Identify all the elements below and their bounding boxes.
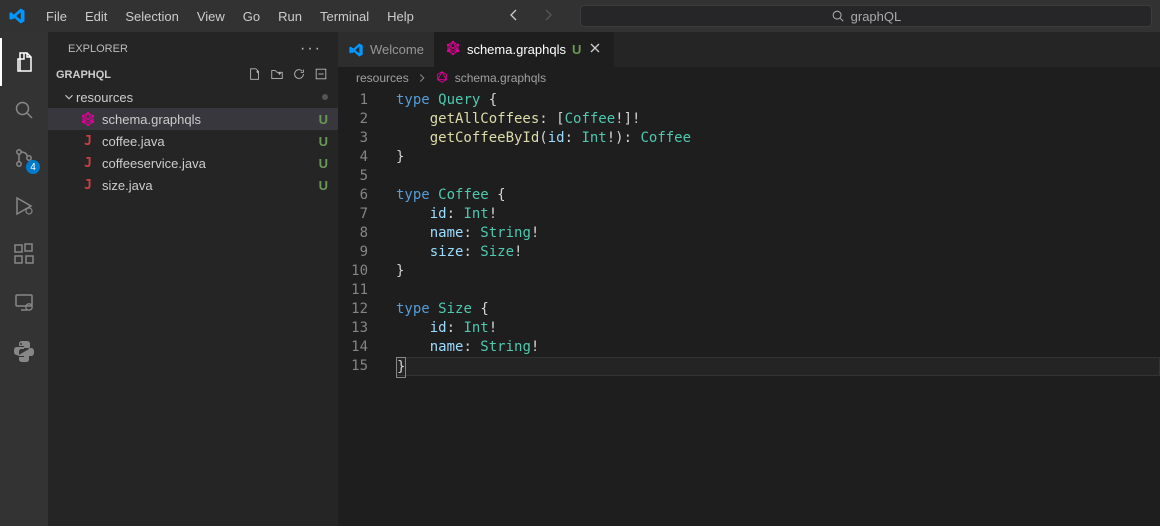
line-number-gutter: 123456789101112131415 <box>338 91 388 526</box>
chevron-right-icon <box>415 71 429 85</box>
tab-git-status: U <box>572 42 581 57</box>
chevron-down-icon <box>62 90 76 104</box>
tab-bar: Welcome schema.graphqls U <box>338 32 1160 67</box>
vscode-icon <box>348 42 364 58</box>
graphql-file-icon <box>80 111 96 127</box>
git-status: U <box>319 178 328 193</box>
project-root[interactable]: GRAPHQL <box>48 64 338 86</box>
tree-file-coffeeservice[interactable]: J coffeeservice.java U <box>48 152 338 174</box>
git-status: U <box>319 156 328 171</box>
code-editor[interactable]: 123456789101112131415 type Query { getAl… <box>338 89 1160 526</box>
java-file-icon: J <box>80 177 96 193</box>
activity-bar: 4 <box>0 32 48 526</box>
main-menu: File Edit Selection View Go Run Terminal… <box>38 5 422 28</box>
menu-run[interactable]: Run <box>270 5 310 28</box>
activity-remote[interactable] <box>0 278 48 326</box>
graphql-file-icon <box>445 40 461 59</box>
file-tree: resources schema.graphqls U J coffee.jav… <box>48 86 338 196</box>
breadcrumb[interactable]: resources schema.graphqls <box>338 67 1160 89</box>
vscode-logo-icon <box>8 7 26 25</box>
menu-edit[interactable]: Edit <box>77 5 115 28</box>
scm-badge: 4 <box>26 160 40 174</box>
menu-file[interactable]: File <box>38 5 75 28</box>
search-value: graphQL <box>851 9 902 24</box>
project-name: GRAPHQL <box>56 69 111 81</box>
menu-go[interactable]: Go <box>235 5 268 28</box>
refresh-icon[interactable] <box>292 67 306 84</box>
file-label: size.java <box>102 178 319 193</box>
nav-back-icon[interactable] <box>506 7 522 26</box>
menu-help[interactable]: Help <box>379 5 422 28</box>
collapse-icon[interactable] <box>314 67 328 84</box>
sidebar-more-icon[interactable]: ··· <box>300 40 322 58</box>
activity-search[interactable] <box>0 86 48 134</box>
git-status: U <box>319 112 328 127</box>
tab-welcome[interactable]: Welcome <box>338 32 435 67</box>
new-folder-icon[interactable] <box>270 67 284 84</box>
tab-label: schema.graphqls <box>467 42 566 57</box>
folder-dirty-dot-icon <box>322 94 328 100</box>
activity-python[interactable] <box>0 326 48 374</box>
nav-forward-icon[interactable] <box>540 7 556 26</box>
java-file-icon: J <box>80 133 96 149</box>
sidebar: EXPLORER ··· GRAPHQL resources <box>48 32 338 526</box>
tree-file-size[interactable]: J size.java U <box>48 174 338 196</box>
tree-folder-resources[interactable]: resources <box>48 86 338 108</box>
activity-source-control[interactable]: 4 <box>0 134 48 182</box>
close-tab-icon[interactable] <box>587 40 603 59</box>
tree-file-coffee[interactable]: J coffee.java U <box>48 130 338 152</box>
java-file-icon: J <box>80 155 96 171</box>
file-label: coffee.java <box>102 134 319 149</box>
editor-area: Welcome schema.graphqls U resources sche… <box>338 32 1160 526</box>
file-label: schema.graphqls <box>102 112 319 127</box>
graphql-file-icon <box>435 70 449 87</box>
search-icon <box>831 9 845 23</box>
tree-file-schema[interactable]: schema.graphqls U <box>48 108 338 130</box>
folder-label: resources <box>76 90 328 105</box>
activity-run-debug[interactable] <box>0 182 48 230</box>
menu-view[interactable]: View <box>189 5 233 28</box>
activity-explorer[interactable] <box>0 38 48 86</box>
titlebar: File Edit Selection View Go Run Terminal… <box>0 0 1160 32</box>
sidebar-header: EXPLORER ··· <box>48 32 338 64</box>
code-content[interactable]: type Query { getAllCoffees: [Coffee!]! g… <box>388 91 1160 526</box>
nav-arrows <box>506 7 556 26</box>
tab-schema[interactable]: schema.graphqls U <box>435 32 614 67</box>
menu-selection[interactable]: Selection <box>117 5 186 28</box>
git-status: U <box>319 134 328 149</box>
new-file-icon[interactable] <box>248 67 262 84</box>
breadcrumb-segment[interactable]: resources <box>356 71 409 85</box>
breadcrumb-segment[interactable]: schema.graphqls <box>455 71 546 85</box>
file-label: coffeeservice.java <box>102 156 319 171</box>
sidebar-title-label: EXPLORER <box>68 43 128 55</box>
search-input[interactable]: graphQL <box>580 5 1152 27</box>
activity-extensions[interactable] <box>0 230 48 278</box>
tab-label: Welcome <box>370 42 424 57</box>
menu-terminal[interactable]: Terminal <box>312 5 377 28</box>
